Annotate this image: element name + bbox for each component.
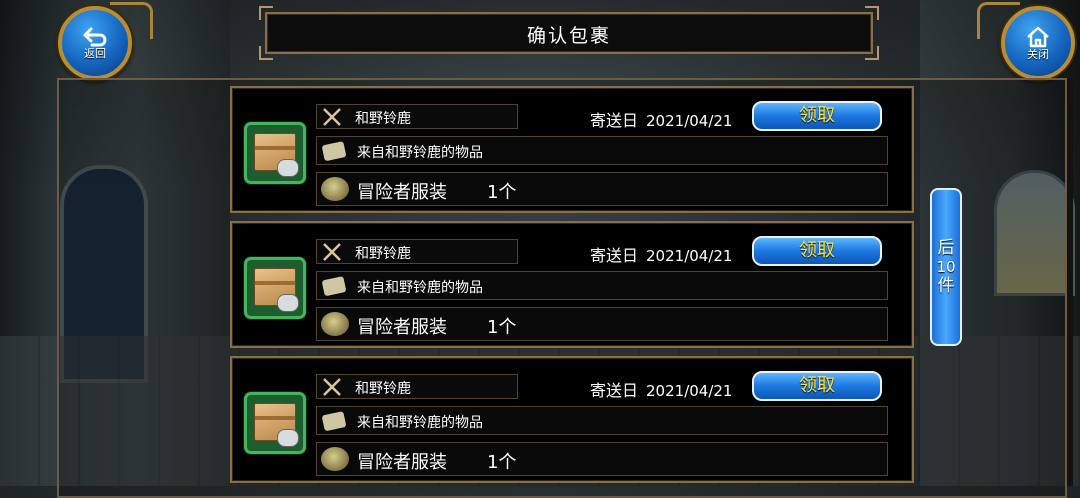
date-label: 寄送日 <box>590 246 639 265</box>
sender-name: 和野铃鹿 <box>355 111 411 127</box>
item-name: 冒险者服装 <box>357 452 447 473</box>
date-value: 2021/04/21 <box>646 382 733 400</box>
item-field: 冒险者服装 1个 <box>316 442 888 476</box>
next-page-button[interactable]: 后 10 件 <box>930 188 962 346</box>
title-bar: 确认包裹 <box>259 6 879 60</box>
scroll-icon <box>322 276 346 296</box>
sender-name: 和野铃鹿 <box>355 246 411 262</box>
item-field: 冒险者服装 1个 <box>316 172 888 206</box>
home-icon <box>1027 26 1049 47</box>
parcel-row: 和野铃鹿 寄送日 2021/04/21 领取 来自和野铃鹿的物品 冒险者服装 1个 <box>230 86 914 213</box>
claim-button[interactable]: 领取 <box>752 101 882 131</box>
send-date: 寄送日 2021/04/21 <box>590 107 732 131</box>
sender-field: 和野铃鹿 <box>316 239 518 264</box>
crossed-swords-icon <box>323 243 341 261</box>
scroll-icon <box>322 411 346 431</box>
crossed-swords-icon <box>323 108 341 126</box>
message-text: 来自和野铃鹿的物品 <box>357 280 483 296</box>
package-box-icon <box>244 122 306 184</box>
sender-field: 和野铃鹿 <box>316 374 518 399</box>
item-name: 冒险者服装 <box>357 182 447 203</box>
next-page-char: 后 <box>937 237 955 258</box>
item-quantity: 1个 <box>487 452 517 473</box>
parcel-row: 和野铃鹿 寄送日 2021/04/21 领取 来自和野铃鹿的物品 冒险者服装 1个 <box>230 356 914 483</box>
crossed-swords-icon <box>323 378 341 396</box>
next-page-count: 10 <box>936 257 956 276</box>
next-page-unit: 件 <box>937 275 955 296</box>
back-label: 返回 <box>84 46 106 60</box>
title-corner <box>865 6 879 20</box>
back-button[interactable]: 返回 <box>58 6 132 80</box>
page-title: 确认包裹 <box>526 25 611 47</box>
item-name: 冒险者服装 <box>357 317 447 338</box>
title-corner <box>259 6 273 20</box>
costume-icon <box>321 177 349 201</box>
scrollbar[interactable] <box>1067 78 1073 486</box>
date-value: 2021/04/21 <box>646 112 733 130</box>
send-date: 寄送日 2021/04/21 <box>590 377 732 401</box>
date-label: 寄送日 <box>590 381 639 400</box>
costume-icon <box>321 447 349 471</box>
message-text: 来自和野铃鹿的物品 <box>357 145 483 161</box>
message-field: 来自和野铃鹿的物品 <box>316 406 888 435</box>
message-text: 来自和野铃鹿的物品 <box>357 415 483 431</box>
title-corner <box>865 46 879 60</box>
title-corner <box>259 46 273 60</box>
message-field: 来自和野铃鹿的物品 <box>316 271 888 300</box>
send-date: 寄送日 2021/04/21 <box>590 242 732 266</box>
claim-button[interactable]: 领取 <box>752 236 882 266</box>
costume-icon <box>321 312 349 336</box>
close-label: 关闭 <box>1027 47 1049 61</box>
date-label: 寄送日 <box>590 111 639 130</box>
claim-button[interactable]: 领取 <box>752 371 882 401</box>
scroll-icon <box>322 141 346 161</box>
item-field: 冒险者服装 1个 <box>316 307 888 341</box>
item-quantity: 1个 <box>487 182 517 203</box>
sender-name: 和野铃鹿 <box>355 381 411 397</box>
sender-field: 和野铃鹿 <box>316 104 518 129</box>
message-field: 来自和野铃鹿的物品 <box>316 136 888 165</box>
package-box-icon <box>244 257 306 319</box>
parcel-row: 和野铃鹿 寄送日 2021/04/21 领取 来自和野铃鹿的物品 冒险者服装 1个 <box>230 221 914 348</box>
close-button[interactable]: 关闭 <box>1001 6 1075 80</box>
package-box-icon <box>244 392 306 454</box>
back-arrow-icon <box>83 27 107 46</box>
item-quantity: 1个 <box>487 317 517 338</box>
date-value: 2021/04/21 <box>646 247 733 265</box>
